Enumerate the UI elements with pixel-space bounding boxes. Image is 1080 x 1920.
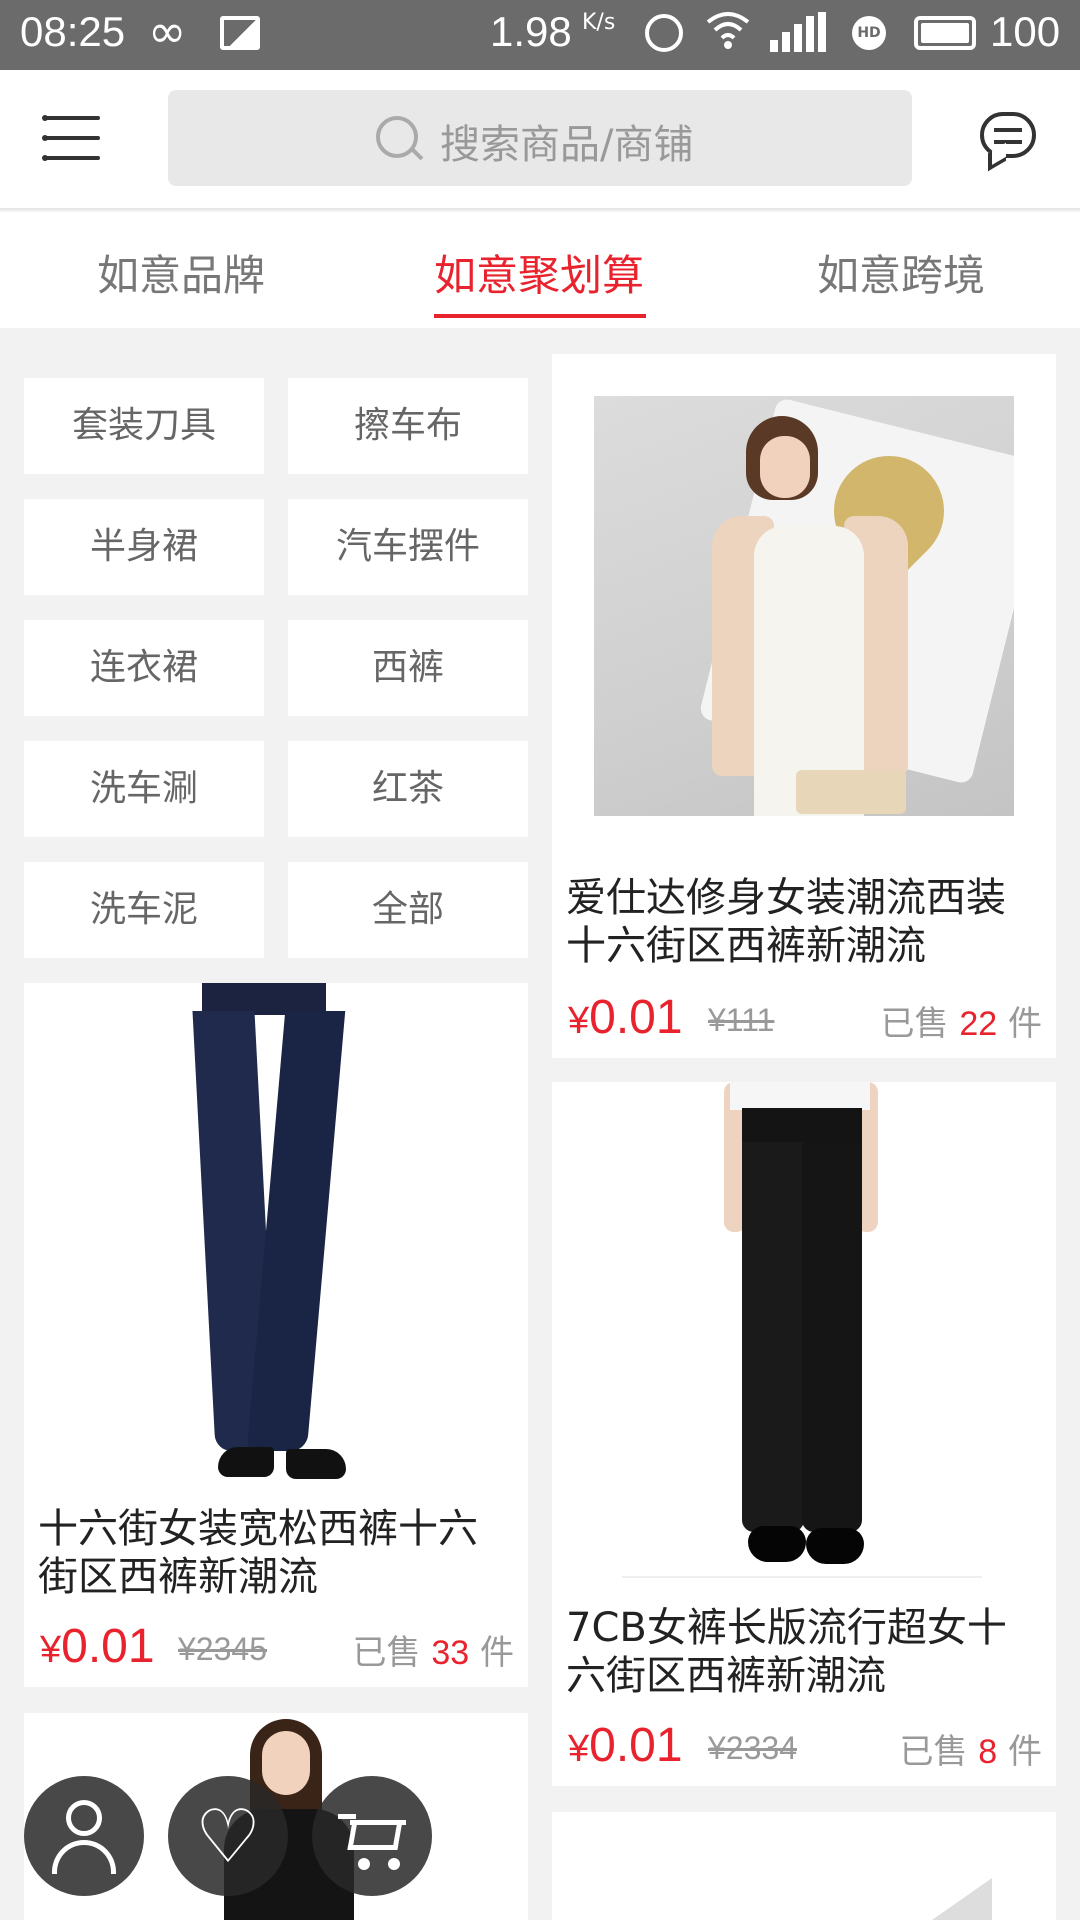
- product-title: 7CB女裤长版流行超女十 六街区西裤新潮流: [566, 1605, 1007, 1699]
- status-time: 08:25: [20, 8, 126, 55]
- hd-icon: HD: [852, 16, 886, 50]
- tab-brand[interactable]: 如意品牌: [97, 242, 265, 303]
- category-car-brush[interactable]: 洗车涮: [24, 741, 264, 837]
- product-image: [594, 396, 1014, 816]
- sold-count: 已售 33 件: [352, 1633, 514, 1673]
- cart-icon[interactable]: [312, 1776, 432, 1896]
- 4g-signal-icon: [770, 12, 826, 52]
- tab-juhuasuan[interactable]: 如意聚划算: [434, 242, 644, 303]
- status-bar: 08:25 ∞ 1.98 K/s HD 100: [0, 0, 1080, 70]
- product-title: 爱仕达修身女装潮流西装 十六街区西裤新潮流: [566, 875, 1006, 969]
- product-price: ¥0.01: [568, 1719, 683, 1772]
- sold-count: 已售 22 件: [880, 1004, 1042, 1044]
- category-half-skirt[interactable]: 半身裙: [24, 499, 264, 595]
- original-price: ¥2345: [178, 1631, 267, 1667]
- user-icon[interactable]: [24, 1776, 144, 1896]
- battery-icon: [914, 16, 976, 50]
- network-speed: 1.98: [490, 8, 572, 55]
- tab-cross-border[interactable]: 如意跨境: [817, 242, 985, 303]
- category-car-ornament[interactable]: 汽车摆件: [288, 499, 528, 595]
- category-dress[interactable]: 连衣裙: [24, 620, 264, 716]
- menu-icon[interactable]: [42, 115, 100, 162]
- product-title: 十六街女装宽松西裤十六 街区西裤新潮流: [38, 1506, 478, 1600]
- sold-count: 已售 8 件: [899, 1732, 1042, 1772]
- product-price: ¥0.01: [40, 1620, 155, 1673]
- alarm-icon: [645, 14, 683, 52]
- original-price: ¥111: [708, 1002, 775, 1038]
- category-car-clay[interactable]: 洗车泥: [24, 862, 264, 958]
- product-card[interactable]: 十六街女装宽松西裤十六 街区西裤新潮流 ¥0.01 ¥2345 已售 33 件: [24, 983, 528, 1687]
- search-placeholder: 搜索商品/商铺: [440, 122, 694, 168]
- search-icon: [376, 116, 418, 158]
- category-car-cloth[interactable]: 擦车布: [288, 378, 528, 474]
- wifi-icon: [705, 10, 751, 60]
- product-image: [932, 1878, 992, 1920]
- battery-level: 100: [990, 8, 1061, 55]
- product-image: [24, 983, 528, 1493]
- original-price: ¥2334: [708, 1730, 797, 1766]
- product-card[interactable]: 7CB女裤长版流行超女十 六街区西裤新潮流 ¥0.01 ¥2334 已售 8 件: [552, 1082, 1056, 1786]
- app-header: 搜索商品/商铺: [0, 70, 1080, 210]
- category-all[interactable]: 全部: [288, 862, 528, 958]
- gallery-icon: [220, 16, 260, 50]
- network-speed-unit: K/s: [582, 10, 616, 35]
- message-icon[interactable]: [980, 112, 1036, 158]
- product-card[interactable]: [552, 1812, 1056, 1920]
- product-image: [552, 1082, 1056, 1582]
- infinity-icon: ∞: [148, 4, 187, 58]
- category-knife-set[interactable]: 套装刀具: [24, 378, 264, 474]
- tab-bar: 如意品牌 如意聚划算 如意跨境: [0, 212, 1080, 328]
- search-input[interactable]: 搜索商品/商铺: [168, 90, 912, 186]
- product-card[interactable]: 爱仕达修身女装潮流西装 十六街区西裤新潮流 ¥0.01 ¥111 已售 22 件: [552, 354, 1056, 1058]
- active-tab-indicator: [434, 314, 646, 318]
- heart-icon[interactable]: ♡: [168, 1776, 288, 1896]
- category-black-tea[interactable]: 红茶: [288, 741, 528, 837]
- category-trousers[interactable]: 西裤: [288, 620, 528, 716]
- product-price: ¥0.01: [568, 991, 683, 1044]
